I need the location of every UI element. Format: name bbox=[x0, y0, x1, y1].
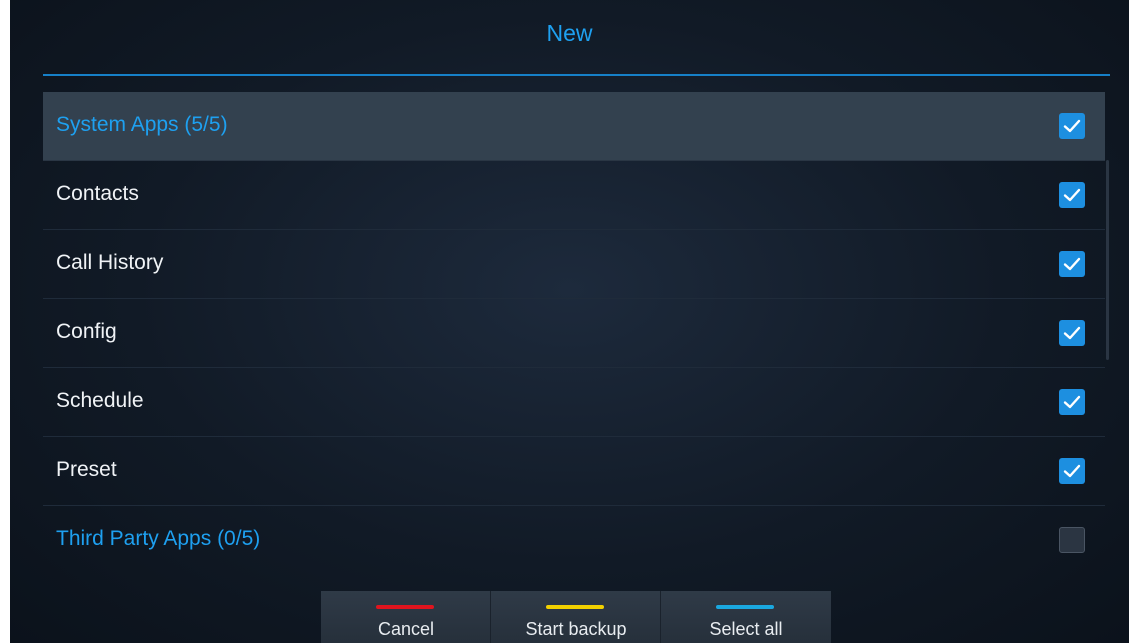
check-icon bbox=[1063, 188, 1081, 202]
select-all-button[interactable]: Select all bbox=[661, 591, 831, 643]
softkey-bar: Cancel Start backup Select all bbox=[321, 591, 831, 643]
list-item-schedule[interactable]: Schedule bbox=[43, 368, 1105, 437]
backup-dialog: New System Apps (5/5) Contacts Call Hist… bbox=[10, 0, 1129, 643]
start-backup-button[interactable]: Start backup bbox=[491, 591, 661, 643]
checkbox-checked[interactable] bbox=[1059, 182, 1085, 208]
check-icon bbox=[1063, 464, 1081, 478]
list-item-label: Call History bbox=[56, 251, 164, 274]
checkbox-checked[interactable] bbox=[1059, 458, 1085, 484]
cancel-label: Cancel bbox=[377, 619, 435, 639]
checkbox-checked[interactable] bbox=[1059, 320, 1085, 346]
check-icon bbox=[1063, 119, 1081, 133]
check-icon bbox=[1063, 395, 1081, 409]
checkbox-checked[interactable] bbox=[1059, 251, 1085, 277]
list-scrollbar[interactable] bbox=[1106, 160, 1109, 360]
blue-key-indicator bbox=[716, 605, 774, 609]
checkbox-checked[interactable] bbox=[1059, 113, 1085, 139]
list-group-label: System Apps (5/5) bbox=[56, 113, 228, 136]
app-list: System Apps (5/5) Contacts Call History … bbox=[43, 92, 1105, 575]
list-item-config[interactable]: Config bbox=[43, 299, 1105, 368]
list-group-system-apps[interactable]: System Apps (5/5) bbox=[43, 92, 1105, 161]
list-item-label: Config bbox=[56, 320, 117, 343]
list-group-label: Third Party Apps (0/5) bbox=[56, 527, 261, 550]
list-item-label: Schedule bbox=[56, 389, 144, 412]
list-item-call-history[interactable]: Call History bbox=[43, 230, 1105, 299]
dialog-title: New bbox=[546, 20, 593, 46]
list-group-third-party-apps[interactable]: Third Party Apps (0/5) bbox=[43, 506, 1105, 575]
cancel-button[interactable]: Cancel bbox=[321, 591, 491, 643]
list-item-preset[interactable]: Preset bbox=[43, 437, 1105, 506]
checkbox-unchecked[interactable] bbox=[1059, 527, 1085, 553]
select-all-label: Select all bbox=[709, 619, 783, 639]
start-backup-label: Start backup bbox=[525, 619, 627, 639]
red-key-indicator bbox=[376, 605, 434, 609]
title-divider bbox=[43, 74, 1110, 76]
list-item-label: Contacts bbox=[56, 182, 139, 205]
list-item-contacts[interactable]: Contacts bbox=[43, 161, 1105, 230]
check-icon bbox=[1063, 257, 1081, 271]
list-item-label: Preset bbox=[56, 458, 117, 481]
yellow-key-indicator bbox=[546, 605, 604, 609]
check-icon bbox=[1063, 326, 1081, 340]
checkbox-checked[interactable] bbox=[1059, 389, 1085, 415]
